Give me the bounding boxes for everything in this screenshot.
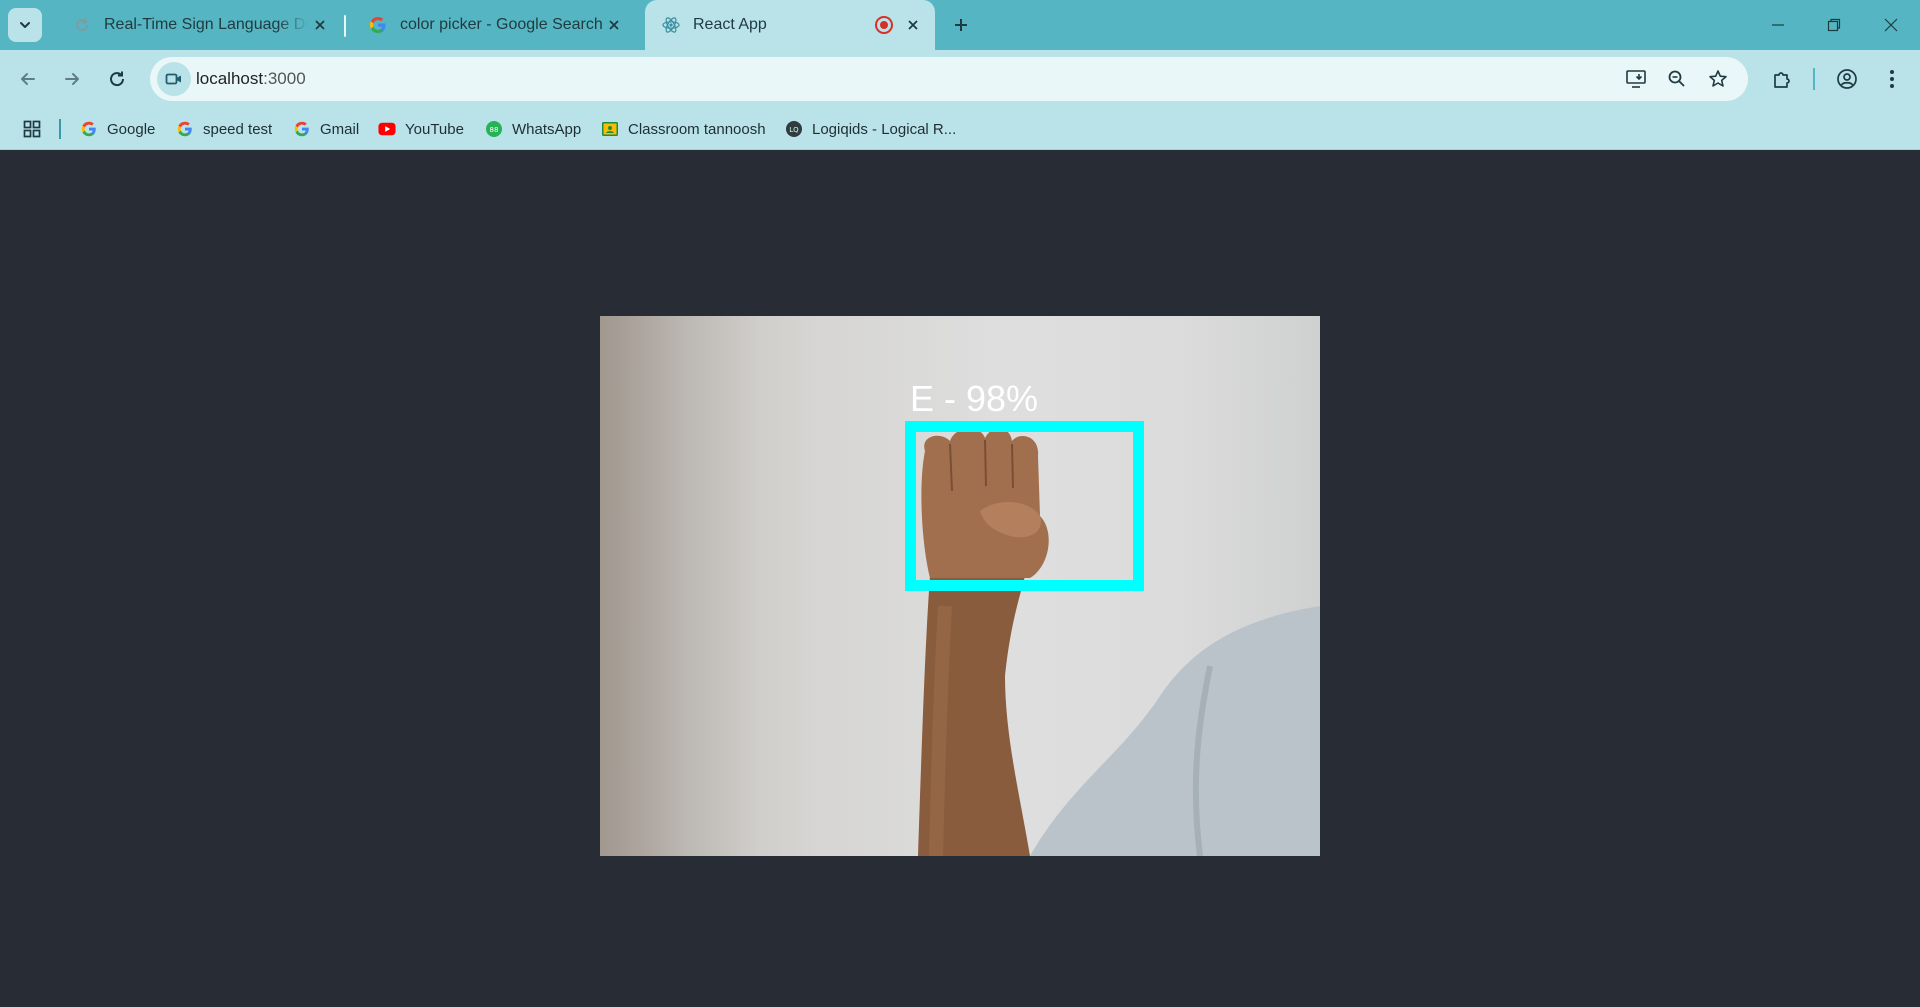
account-circle-icon [1837,69,1857,89]
url-port: :3000 [263,69,306,88]
bookmark-speed-test[interactable]: speed test [176,108,272,150]
google-g-icon [176,120,194,138]
address-bar[interactable]: localhost:3000 [150,57,1748,101]
zoom-icon[interactable] [1665,67,1689,91]
reload-favicon-icon [72,15,92,35]
minimize-button[interactable] [1750,0,1806,50]
tab-sign-language[interactable]: Real-Time Sign Language Detec [56,0,342,50]
bookmark-label: Logiqids - Logical R... [812,120,957,138]
page-content: E - 98% [0,151,1920,1007]
google-g-icon [80,120,98,138]
toolbar-separator [1813,68,1815,90]
bookmark-label: WhatsApp [512,120,582,138]
close-icon [1884,18,1898,32]
bookmark-google[interactable]: Google [80,108,155,150]
bookmark-label: speed test [203,120,273,138]
puzzle-icon [1774,72,1790,88]
bookmark-gmail[interactable]: Gmail [293,108,359,150]
close-tab-icon[interactable] [602,13,626,37]
tab-search-button[interactable] [8,8,42,42]
apps-grid-button[interactable] [20,117,44,141]
whatsapp-icon: 88 [485,120,503,138]
detection-label: E - 98% [910,378,1039,419]
svg-text:88: 88 [490,126,499,134]
reload-icon [110,71,125,87]
bookmark-whatsapp[interactable]: 88 WhatsApp [485,108,581,150]
bookmark-label: Classroom tannoosh [628,120,766,138]
browser-toolbar: localhost:3000 [0,50,1920,108]
minimize-icon [1772,24,1784,26]
chevron-down-icon [20,22,30,28]
menu-button[interactable] [1876,63,1908,95]
logiqids-icon: LQ [785,120,803,138]
tab-react-app[interactable]: React App [645,0,935,50]
profile-button[interactable] [1831,63,1863,95]
bookmark-label: Google [107,120,156,138]
kebab-menu-icon [1890,70,1894,88]
google-g-icon [293,120,311,138]
plus-icon [955,19,967,31]
recording-indicator-icon [875,16,893,34]
bookmark-star-icon[interactable] [1706,67,1730,91]
new-tab-button[interactable] [947,11,975,39]
arm-highlight [929,605,952,856]
bookmark-logiqids[interactable]: LQ Logiqids - Logical R... [785,108,956,150]
forward-button[interactable] [56,63,88,95]
tab-separator [344,15,346,37]
close-window-button[interactable] [1863,0,1919,50]
tab-strip: Real-Time Sign Language Detec color pick… [0,0,1920,50]
reload-button[interactable] [101,63,133,95]
webcam-feed: E - 98% [600,316,1320,856]
restore-icon [1827,18,1841,32]
site-info-button[interactable] [157,62,191,96]
arrow-right-icon [65,73,79,85]
google-g-icon [368,15,388,35]
classroom-icon [601,120,619,138]
restore-button[interactable] [1806,0,1862,50]
back-button[interactable] [12,63,44,95]
apps-grid-icon [23,120,41,138]
tab-title: Real-Time Sign Language Detec [104,16,308,33]
tab-title: React App [693,16,767,33]
tab-title: color picker - Google Search [400,16,602,33]
react-atom-icon [661,15,681,35]
close-tab-icon[interactable] [308,13,332,37]
bookmarks-separator [59,119,61,139]
tab-color-picker[interactable]: color picker - Google Search [352,0,636,50]
extensions-button[interactable] [1766,63,1798,95]
shirt-shape [1030,606,1320,856]
url-host: localhost [196,69,264,88]
youtube-icon [378,120,396,138]
url-text: localhost:3000 [196,69,306,89]
svg-text:LQ: LQ [789,126,799,134]
bookmark-label: Gmail [320,120,360,138]
arrow-left-icon [21,73,35,85]
bookmark-youtube[interactable]: YouTube [378,108,464,150]
close-tab-icon[interactable] [901,13,925,37]
install-app-icon[interactable] [1624,67,1648,91]
bookmark-label: YouTube [405,120,464,138]
detection-bounding-box [905,421,1144,591]
bookmark-classroom[interactable]: Classroom tannoosh [601,108,766,150]
camera-icon [165,73,181,85]
bookmarks-bar: Google speed test Gmail YouTube 88 Whats… [0,108,1920,150]
